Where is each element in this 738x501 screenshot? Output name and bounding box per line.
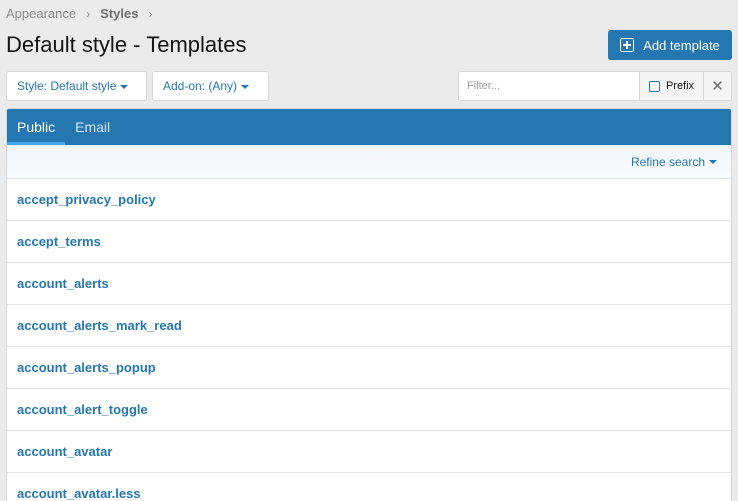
template-link[interactable]: accept_terms xyxy=(17,234,101,249)
template-link[interactable]: accept_privacy_policy xyxy=(17,192,156,207)
filter-input[interactable] xyxy=(459,72,639,100)
template-link[interactable]: account_alerts xyxy=(17,276,109,291)
list-item: accept_terms xyxy=(7,221,731,263)
template-link[interactable]: account_avatar xyxy=(17,444,112,459)
style-filter-dropdown[interactable]: Style: Default style xyxy=(6,71,147,101)
template-list: accept_privacy_policy accept_terms accou… xyxy=(7,179,731,501)
refine-search-button[interactable]: Refine search xyxy=(631,155,717,169)
caret-down-icon xyxy=(709,160,717,164)
checkbox-icon xyxy=(648,80,660,92)
list-item: account_alerts xyxy=(7,263,731,305)
refine-search-label: Refine search xyxy=(630,154,705,169)
refine-bar: Refine search xyxy=(7,145,731,179)
breadcrumb: Appearance › Styles › xyxy=(6,6,162,21)
template-link[interactable]: account_alerts_mark_read xyxy=(17,318,182,333)
list-item: account_avatar.less xyxy=(7,473,731,501)
templates-block: Public Email Refine search accept_privac… xyxy=(6,108,732,501)
tab-public[interactable]: Public xyxy=(7,109,66,145)
template-link[interactable]: account_avatar.less xyxy=(17,486,141,501)
clear-filter-button[interactable]: ✕ xyxy=(703,72,731,100)
filter-group: Prefix ✕ xyxy=(458,71,732,101)
add-template-button[interactable]: Add template xyxy=(608,30,732,60)
caret-down-icon xyxy=(120,84,129,89)
list-item: accept_privacy_policy xyxy=(7,179,731,221)
addon-filter-dropdown[interactable]: Add-on: (Any) xyxy=(152,71,269,101)
template-link[interactable]: account_alert_toggle xyxy=(17,402,148,417)
chevron-right-icon: › xyxy=(148,6,153,21)
page-title: Default style - Templates xyxy=(6,32,247,57)
prefix-label: Prefix xyxy=(665,80,695,92)
chevron-right-icon: › xyxy=(86,6,91,21)
plus-square-icon xyxy=(620,38,635,52)
list-item: account_alert_toggle xyxy=(7,389,731,431)
list-item: account_alerts_popup xyxy=(7,347,731,389)
style-filter-label: Style: Default style xyxy=(17,79,117,93)
list-item: account_alerts_mark_read xyxy=(7,305,731,347)
list-item: account_avatar xyxy=(7,431,731,473)
close-icon: ✕ xyxy=(711,78,724,95)
tab-bar: Public Email xyxy=(7,109,731,145)
addon-filter-label: Add-on: (Any) xyxy=(163,79,238,93)
template-link[interactable]: account_alerts_popup xyxy=(17,360,156,375)
breadcrumb-appearance[interactable]: Appearance xyxy=(6,6,76,21)
caret-down-icon xyxy=(241,84,250,89)
add-template-label: Add template xyxy=(643,37,720,53)
tab-email[interactable]: Email xyxy=(65,109,120,145)
prefix-checkbox[interactable]: Prefix xyxy=(639,72,703,100)
breadcrumb-styles[interactable]: Styles xyxy=(100,6,138,21)
